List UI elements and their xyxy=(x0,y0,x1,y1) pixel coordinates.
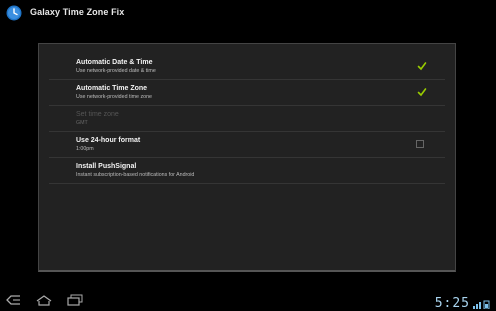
app-title: Galaxy Time Zone Fix xyxy=(30,7,125,17)
action-bar: Galaxy Time Zone Fix xyxy=(0,0,496,26)
setting-title: Automatic Date & Time xyxy=(76,59,153,66)
checkmark-icon[interactable] xyxy=(417,61,427,71)
setting-title: Automatic Time Zone xyxy=(76,85,148,92)
clock-icon[interactable] xyxy=(6,5,22,21)
recent-apps-icon[interactable] xyxy=(66,292,84,308)
setting-set-time-zone: Set time zone GMT xyxy=(49,106,445,132)
back-icon[interactable] xyxy=(5,292,23,308)
settings-list: Automatic Date & Time Use network-provid… xyxy=(49,54,445,184)
setting-summary: 1:00pm xyxy=(76,146,94,152)
clock-time[interactable]: 5:25 xyxy=(435,296,470,311)
setting-summary: Instant subscription-based notifications… xyxy=(76,172,195,178)
settings-panel: Automatic Date & Time Use network-provid… xyxy=(38,43,456,272)
setting-automatic-date-time[interactable]: Automatic Date & Time Use network-provid… xyxy=(49,54,445,80)
system-navigation-bar xyxy=(0,290,496,310)
setting-install-pushsignal[interactable]: Install PushSignal Instant subscription-… xyxy=(49,158,445,184)
setting-title: Set time zone xyxy=(76,111,119,118)
checkbox-unchecked[interactable] xyxy=(416,140,424,148)
setting-summary: Use network-provided date & time xyxy=(76,68,156,74)
signal-icon[interactable] xyxy=(473,300,491,309)
setting-use-24-hour-format[interactable]: Use 24-hour format 1:00pm xyxy=(49,132,445,158)
setting-summary: GMT xyxy=(76,120,88,126)
setting-title: Use 24-hour format xyxy=(76,137,141,144)
setting-summary: Use network-provided time zone xyxy=(76,94,152,100)
home-icon[interactable] xyxy=(35,292,53,308)
setting-title: Install PushSignal xyxy=(76,163,137,170)
setting-automatic-time-zone[interactable]: Automatic Time Zone Use network-provided… xyxy=(49,80,445,106)
checkmark-icon[interactable] xyxy=(417,87,427,97)
